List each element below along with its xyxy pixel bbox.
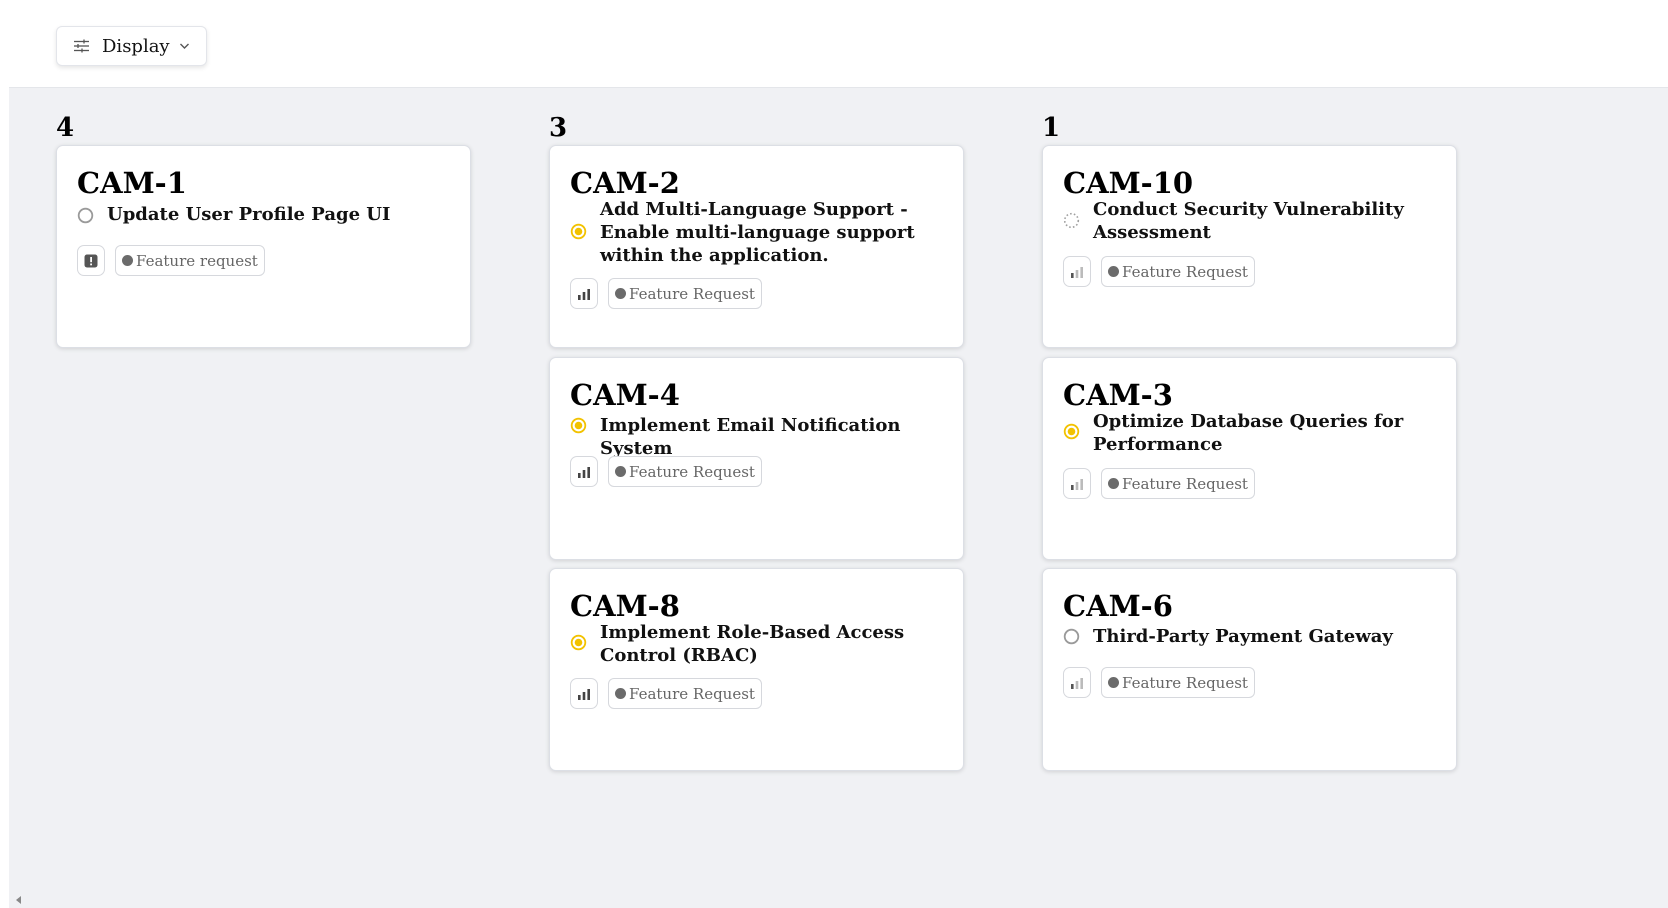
label-tag[interactable]: Feature Request [608, 678, 762, 709]
label-dot-icon [122, 255, 133, 266]
in-progress-status-icon[interactable] [1063, 423, 1080, 440]
issue-id: CAM-6 [1063, 589, 1173, 623]
issue-card[interactable]: CAM-8 Implement Role-Based Access Contro… [549, 568, 964, 771]
label-dot-icon [615, 688, 626, 699]
in-progress-status-icon[interactable] [570, 634, 587, 651]
column-count: 3 [549, 113, 568, 143]
label-dot-icon [1108, 266, 1119, 277]
low-priority-icon[interactable] [1063, 256, 1091, 287]
column-count: 4 [56, 113, 75, 143]
issue-id: CAM-8 [570, 589, 680, 623]
issue-title: Add Multi-Language Support - Enable mult… [600, 199, 915, 266]
label-tag[interactable]: Feature Request [608, 456, 762, 487]
issue-card[interactable]: CAM-1 Update User Profile Page UI Featur… [56, 145, 471, 348]
issue-title: Conduct Security Vulnerability Assessmen… [1093, 199, 1404, 243]
label-tag[interactable]: Feature Request [608, 278, 762, 309]
label-text: Feature Request [1122, 673, 1248, 692]
kanban-board: 4 CAM-1 Update User Profile Page UI Feat… [9, 87, 1668, 908]
issue-card[interactable]: CAM-2 Add Multi-Language Support - Enabl… [549, 145, 964, 348]
label-text: Feature Request [629, 462, 755, 481]
low-priority-icon[interactable] [1063, 468, 1091, 499]
issue-title: Update User Profile Page UI [107, 204, 391, 225]
high-priority-icon[interactable] [570, 678, 598, 709]
issue-id: CAM-1 [77, 166, 187, 200]
in-progress-status-icon[interactable] [570, 417, 587, 434]
issue-id: CAM-10 [1063, 166, 1194, 200]
label-dot-icon [1108, 478, 1119, 489]
high-priority-icon[interactable] [570, 456, 598, 487]
label-dot-icon [615, 288, 626, 299]
label-tag[interactable]: Feature Request [1101, 468, 1255, 499]
label-tag[interactable]: Feature request [115, 245, 265, 276]
label-text: Feature Request [629, 684, 755, 703]
label-tag[interactable]: Feature Request [1101, 667, 1255, 698]
issue-id: CAM-4 [570, 378, 680, 412]
label-dot-icon [615, 466, 626, 477]
label-text: Feature request [136, 251, 258, 270]
label-dot-icon [1108, 677, 1119, 688]
issue-card[interactable]: CAM-6 Third-Party Payment Gateway Featur… [1042, 568, 1457, 771]
scroll-left-arrow-icon[interactable] [16, 896, 21, 904]
in-progress-status-icon[interactable] [570, 223, 587, 240]
issue-id: CAM-3 [1063, 378, 1173, 412]
issue-title: Third-Party Payment Gateway [1093, 626, 1393, 647]
backlog-status-icon[interactable] [1063, 212, 1080, 229]
issue-title: Implement Email Notification System [600, 415, 901, 459]
todo-status-icon[interactable] [77, 207, 94, 224]
issue-card[interactable]: CAM-4 Implement Email Notification Syste… [549, 357, 964, 560]
issue-title: Optimize Database Queries for Performanc… [1093, 411, 1404, 455]
issue-card[interactable]: CAM-3 Optimize Database Queries for Perf… [1042, 357, 1457, 560]
sliders-icon [73, 39, 90, 53]
issue-id: CAM-2 [570, 166, 680, 200]
todo-status-icon[interactable] [1063, 628, 1080, 645]
display-button[interactable]: Display [56, 26, 207, 66]
column-count: 1 [1042, 113, 1061, 143]
high-priority-icon[interactable] [570, 278, 598, 309]
label-text: Feature Request [1122, 262, 1248, 281]
urgent-priority-icon[interactable] [77, 245, 105, 276]
label-text: Feature Request [1122, 474, 1248, 493]
issue-card[interactable]: CAM-10 Conduct Security Vulnerability As… [1042, 145, 1457, 348]
label-text: Feature Request [629, 284, 755, 303]
low-priority-icon[interactable] [1063, 667, 1091, 698]
top-toolbar: Display [0, 0, 1668, 87]
display-button-label: Display [102, 35, 170, 57]
label-tag[interactable]: Feature Request [1101, 256, 1255, 287]
issue-title: Implement Role-Based Access Control (RBA… [600, 622, 905, 666]
chevron-down-icon [179, 42, 190, 50]
